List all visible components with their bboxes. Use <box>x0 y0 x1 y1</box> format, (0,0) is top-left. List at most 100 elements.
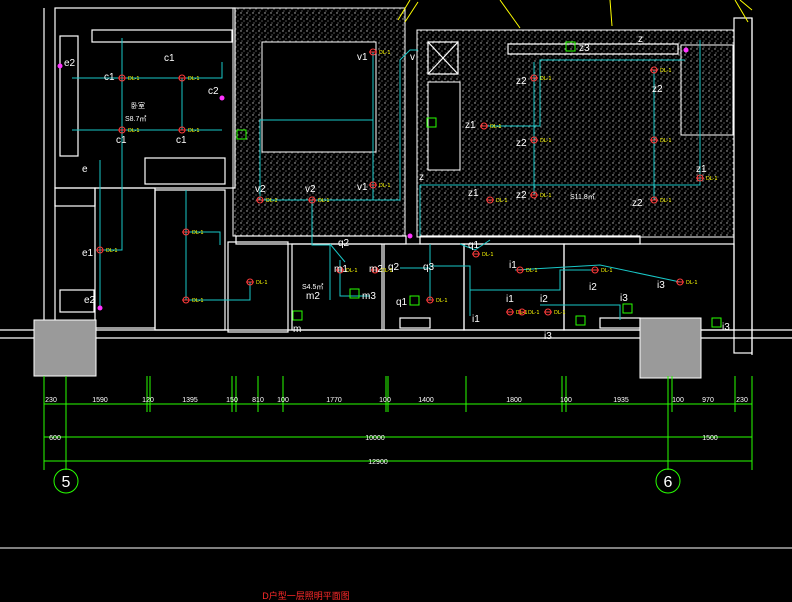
fixture-tag: DL-1 <box>601 268 613 274</box>
circuit-label: c1 <box>164 53 175 64</box>
dim-value: 100 <box>560 397 572 404</box>
circuit-label: q2 <box>338 238 350 249</box>
circuit-label: z2 <box>632 198 643 209</box>
circuit-label: i1 <box>506 294 514 305</box>
fixture-tag: DL-1 <box>106 248 118 254</box>
room-area: S4.5㎡ <box>302 283 323 291</box>
circuit-label: e2 <box>64 58 76 69</box>
fixture-tag: DL-1 <box>128 128 140 134</box>
fixture-tag: DL-1 <box>436 298 448 304</box>
dim-value: 1395 <box>182 397 198 404</box>
dimension-text: 230 1590 120 1395 150 810 100 1770 100 1… <box>45 397 748 466</box>
circuit-label: v <box>410 52 415 63</box>
dim-value: 1590 <box>92 397 108 404</box>
room-name: 卧室 <box>131 101 145 110</box>
drawing-title: D户型一层照明平面图 <box>262 590 350 601</box>
circuit-label: e2 <box>84 295 96 306</box>
axis-label: 5 <box>62 474 71 491</box>
circuit-label: q2 <box>388 262 400 273</box>
room-area: S11.8㎡ <box>570 193 595 201</box>
dim-value: 10000 <box>365 435 385 442</box>
dim-value: 230 <box>736 397 748 404</box>
circuit-label: i3 <box>722 322 730 333</box>
circuit-label: z2 <box>652 84 663 95</box>
circuit-label: q3 <box>423 262 435 273</box>
room-area: S8.7㎡ <box>125 115 146 123</box>
fixture-tag: DL-1 <box>660 198 672 204</box>
circuit-label: z1 <box>468 188 479 199</box>
cad-drawing-canvas: DL-1 DL-1 DL-1 DL-1 DL-1 DL-1 DL-1 DL-1 DL-1 DL-1… <box>0 0 792 602</box>
dim-value: 100 <box>672 397 684 404</box>
circuit-label: z2 <box>516 76 527 87</box>
fixture-tag: DL-1 <box>660 68 672 74</box>
fixture-tag: DL-1 <box>686 280 698 286</box>
circuit-label: z3 <box>579 43 590 54</box>
circuit-label: m2 <box>306 291 320 302</box>
circuit-label: m <box>293 324 301 335</box>
column-left <box>33 319 97 377</box>
dim-value: 1400 <box>418 397 434 404</box>
circuit-label: z1 <box>696 164 707 175</box>
circuit-label: i3 <box>544 331 552 342</box>
circuit-label: z2 <box>516 138 527 149</box>
circuit-label: v2 <box>255 184 266 195</box>
circuit-label: i1 <box>509 260 517 271</box>
fixture-tag: DL-1 <box>660 138 672 144</box>
circuit-label: q1 <box>396 297 408 308</box>
circuit-label: e <box>82 164 88 175</box>
circuit-label: e1 <box>82 248 94 259</box>
circuit-label: z <box>419 172 424 183</box>
fixture-tag: DL-1 <box>318 198 330 204</box>
dim-value: 100 <box>379 397 391 404</box>
fixture-tag: DL-1 <box>379 50 391 56</box>
circuit-label: c2 <box>208 86 219 97</box>
circuit-label: c1 <box>104 72 115 83</box>
fixture-tag: DL-1 <box>554 310 566 316</box>
dim-value: 1800 <box>506 397 522 404</box>
circuit-label: v1 <box>357 52 368 63</box>
circuit-label: i1 <box>472 314 480 325</box>
axis-bubble-6: 6 <box>655 468 681 494</box>
fixture-tag: DL-1 <box>266 198 278 204</box>
circuit-label: c1 <box>116 135 127 146</box>
dim-value: 12900 <box>368 459 388 466</box>
dim-value: 1935 <box>613 397 629 404</box>
dim-value: 810 <box>252 397 264 404</box>
dim-value: 230 <box>45 397 57 404</box>
circuit-label: i2 <box>589 282 597 293</box>
leader-lines <box>397 0 753 29</box>
fixture-tag: DL-1 <box>379 183 391 189</box>
dimension-ticks <box>43 376 753 412</box>
circuit-label: z <box>638 34 643 45</box>
fixture-tag: DL-1 <box>482 252 494 258</box>
dim-value: 120 <box>142 397 154 404</box>
circuit-label: v1 <box>357 182 368 193</box>
circuit-label: m3 <box>362 291 376 302</box>
fixture-tag: DL-1 <box>188 128 200 134</box>
fixture-tag: DL-1 <box>490 124 502 130</box>
circuit-label: z2 <box>516 190 527 201</box>
circuit-label: c1 <box>176 135 187 146</box>
circuit-label: q1 <box>468 240 480 251</box>
circuit-label: i3 <box>620 293 628 304</box>
fixture-tag: DL-1 <box>706 176 718 182</box>
dim-value: 1500 <box>702 435 718 442</box>
dim-value: 970 <box>702 397 714 404</box>
fixture-tag: DL-1 <box>256 280 268 286</box>
dim-value: 150 <box>226 397 238 404</box>
fixture-tag: DL-1 <box>188 76 200 82</box>
fixture-tag: DL-1 <box>540 138 552 144</box>
circuit-label: m1 <box>334 264 348 275</box>
dim-value: 600 <box>49 435 61 442</box>
circuit-label: v2 <box>305 184 316 195</box>
dim-value: 1770 <box>326 397 342 404</box>
axis-bubble-5: 5 <box>53 468 79 494</box>
circuit-label: i3 <box>657 280 665 291</box>
circuit-label: i2 <box>540 294 548 305</box>
fixture-tag: DL-1 <box>496 198 508 204</box>
fixture-tag: DL-1 <box>526 268 538 274</box>
dimension-lines <box>0 380 792 549</box>
circuit-label: m2 <box>369 264 383 275</box>
fixture-tag: DL-1 <box>128 76 140 82</box>
hatched-zones <box>232 7 735 238</box>
